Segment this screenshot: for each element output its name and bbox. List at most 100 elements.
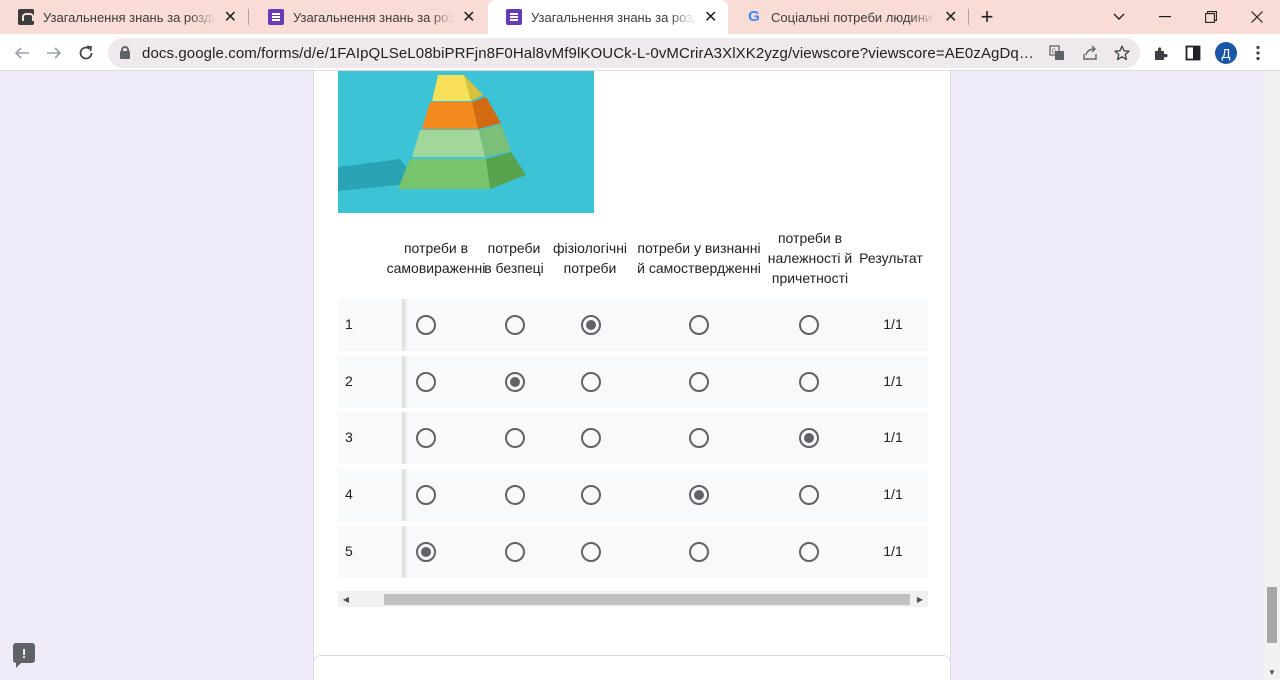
extensions-icon[interactable] — [1151, 43, 1171, 63]
scrollbar-thumb[interactable] — [384, 594, 910, 605]
sticky-column-shadow — [402, 356, 408, 408]
question-card: потреби в самовираженні потреби в безпец… — [313, 71, 951, 680]
radio-button[interactable] — [505, 315, 525, 335]
row-label: 3 — [345, 429, 353, 445]
result-column-header: Результат — [859, 250, 923, 266]
tab-strip: Узагальнення знань за розділом ✕ Узагаль… — [0, 0, 1280, 34]
scroll-right-arrow-icon[interactable]: ▶ — [912, 591, 928, 607]
radio-button[interactable] — [581, 372, 601, 392]
radio-button-selected[interactable] — [505, 372, 525, 392]
scroll-left-arrow-icon[interactable]: ◀ — [338, 591, 354, 607]
column-header: фізіологічні потреби — [552, 240, 628, 276]
google-icon: G — [748, 8, 760, 25]
menu-kebab-icon[interactable] — [1248, 43, 1268, 63]
row-score: 1/1 — [883, 429, 903, 445]
row-score: 1/1 — [883, 486, 903, 502]
grid-row: 2 1/1 — [338, 356, 928, 408]
close-tab-icon[interactable]: ✕ — [223, 7, 238, 27]
url-text[interactable]: docs.google.com/forms/d/e/1FAIpQLSeL08bi… — [142, 45, 1042, 62]
choice-grid[interactable]: потреби в самовираженні потреби в безпец… — [338, 217, 928, 587]
tab-separator — [968, 9, 969, 25]
radio-button[interactable] — [581, 485, 601, 505]
radio-button[interactable] — [799, 485, 819, 505]
tab-separator — [248, 9, 249, 25]
tab-title: Узагальнення знань за розділом — [43, 9, 215, 25]
tab-title: Узагальнення знань за розділом — [531, 9, 695, 25]
row-label: 2 — [345, 373, 353, 389]
browser-tab-2[interactable]: Узагальнення знань за розділом ✕ — [250, 0, 486, 34]
row-score: 1/1 — [883, 543, 903, 559]
restore-icon[interactable] — [1188, 0, 1234, 34]
radio-button[interactable] — [581, 542, 601, 562]
minimize-icon[interactable] — [1142, 0, 1188, 34]
new-tab-button[interactable]: + — [976, 4, 998, 30]
radio-button[interactable] — [689, 315, 709, 335]
radio-button-selected[interactable] — [581, 315, 601, 335]
radio-button-selected[interactable] — [416, 542, 436, 562]
browser-tab-3-active[interactable]: Узагальнення знань за розділом ✕ — [488, 0, 728, 34]
classroom-icon — [18, 9, 34, 25]
radio-button[interactable] — [416, 372, 436, 392]
row-score: 1/1 — [883, 316, 903, 332]
row-score: 1/1 — [883, 373, 903, 389]
radio-button[interactable] — [416, 315, 436, 335]
grid-row: 1 1/1 — [338, 299, 928, 351]
scroll-down-arrow-icon[interactable]: ▼ — [1264, 664, 1280, 680]
radio-button[interactable] — [505, 542, 525, 562]
next-question-card — [313, 655, 951, 680]
bookmark-star-icon[interactable] — [1113, 44, 1131, 62]
grid-row: 5 1/1 — [338, 526, 928, 578]
page-vertical-scrollbar[interactable]: ▼ — [1264, 71, 1280, 680]
grid-horizontal-scrollbar[interactable]: ◀ ▶ — [338, 591, 928, 607]
radio-button[interactable] — [689, 428, 709, 448]
report-problem-icon[interactable]: ! — [13, 643, 35, 668]
close-tab-icon[interactable]: ✕ — [943, 7, 958, 27]
row-label: 1 — [345, 316, 353, 332]
side-panel-icon[interactable] — [1183, 43, 1203, 63]
column-header: потреби у визнанні й самоствердженні — [637, 240, 761, 276]
radio-button[interactable] — [505, 428, 525, 448]
forward-icon[interactable] — [40, 39, 68, 67]
sticky-column-shadow — [402, 412, 408, 464]
address-bar[interactable]: docs.google.com/forms/d/e/1FAIpQLSeL08bi… — [108, 38, 1140, 68]
window-close-icon[interactable] — [1234, 0, 1280, 34]
browser-tab-1[interactable]: Узагальнення знань за розділом ✕ — [0, 0, 248, 34]
forms-icon — [268, 9, 284, 25]
tab-search-icon[interactable] — [1096, 0, 1142, 34]
radio-button-selected[interactable] — [689, 485, 709, 505]
radio-button[interactable] — [799, 542, 819, 562]
tab-title: Соціальні потреби людини: – Пошук — [771, 9, 936, 25]
column-header: потреби в самовираженні — [386, 240, 486, 276]
radio-button[interactable] — [689, 542, 709, 562]
row-label: 4 — [345, 486, 353, 502]
radio-button[interactable] — [416, 428, 436, 448]
radio-button[interactable] — [416, 485, 436, 505]
scrollbar-thumb[interactable] — [1267, 587, 1277, 643]
reload-icon[interactable] — [72, 39, 100, 67]
row-label: 5 — [345, 543, 353, 559]
browser-tab-4[interactable]: G Соціальні потреби людини: – Пошук ✕ — [728, 0, 968, 34]
radio-button[interactable] — [689, 372, 709, 392]
share-icon[interactable] — [1081, 44, 1099, 62]
grid-row: 4 1/1 — [338, 469, 928, 521]
back-icon[interactable] — [8, 39, 36, 67]
column-header: потреби в безпеці — [484, 240, 544, 276]
close-tab-icon[interactable]: ✕ — [703, 7, 718, 27]
radio-button-selected[interactable] — [799, 428, 819, 448]
profile-avatar[interactable]: Д — [1215, 42, 1237, 64]
sticky-column-shadow — [402, 299, 408, 351]
browser-toolbar: docs.google.com/forms/d/e/1FAIpQLSeL08bi… — [0, 34, 1280, 71]
page-viewport: потреби в самовираженні потреби в безпец… — [0, 71, 1264, 680]
lock-icon[interactable] — [120, 46, 130, 59]
radio-button[interactable] — [799, 315, 819, 335]
close-tab-icon[interactable]: ✕ — [462, 7, 476, 27]
radio-button[interactable] — [581, 428, 601, 448]
maslow-pyramid-image — [338, 71, 594, 213]
grid-row: 3 1/1 — [338, 412, 928, 464]
radio-button[interactable] — [799, 372, 819, 392]
sticky-column-shadow — [402, 526, 408, 578]
radio-button[interactable] — [505, 485, 525, 505]
svg-text:G: G — [1052, 48, 1057, 55]
translate-icon[interactable]: G — [1048, 44, 1066, 62]
sticky-column-shadow — [402, 469, 408, 521]
